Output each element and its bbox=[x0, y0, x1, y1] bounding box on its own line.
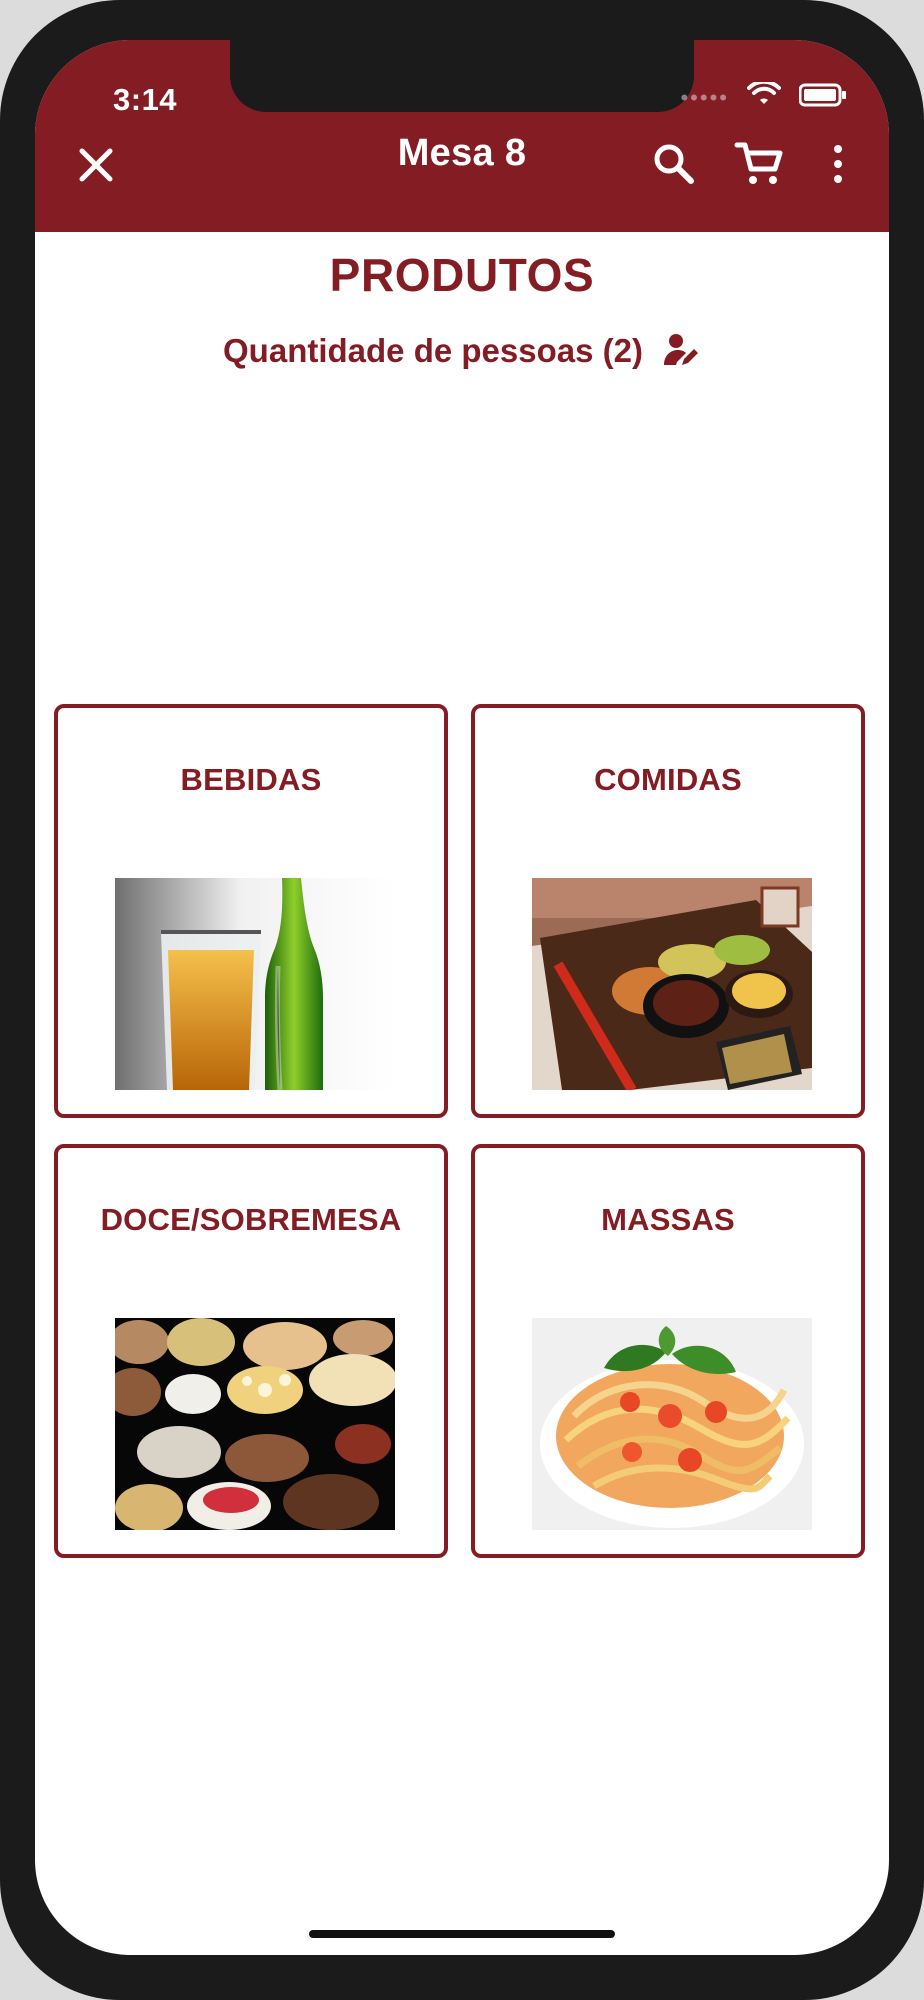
device-frame: 3:14 ••••• Mesa 8 PRODUTOS Quantidade de… bbox=[0, 0, 924, 2000]
more-button[interactable] bbox=[817, 128, 859, 200]
people-count-label: Quantidade de pessoas (2) bbox=[223, 332, 643, 369]
page-title: PRODUTOS bbox=[329, 249, 595, 301]
category-card-doce-sobremesa[interactable]: DOCE/SOBREMESA bbox=[54, 1144, 448, 1558]
category-card-bebidas[interactable]: BEBIDAS bbox=[54, 704, 448, 1118]
status-icons: ••••• bbox=[680, 79, 847, 113]
device-notch bbox=[230, 40, 694, 112]
cart-button[interactable] bbox=[723, 128, 795, 200]
pasta-image bbox=[532, 1318, 812, 1530]
category-card-comidas[interactable]: COMIDAS bbox=[471, 704, 865, 1118]
category-label: DOCE/SOBREMESA bbox=[100, 1202, 402, 1237]
more-icon bbox=[834, 145, 842, 183]
category-card-massas[interactable]: MASSAS bbox=[471, 1144, 865, 1558]
desserts-image bbox=[115, 1318, 395, 1530]
people-count-row[interactable]: Quantidade de pessoas (2) bbox=[35, 330, 889, 372]
signal-icon: ••••• bbox=[680, 84, 729, 110]
home-indicator[interactable] bbox=[309, 1930, 615, 1938]
search-icon bbox=[654, 144, 694, 184]
category-label: BEBIDAS bbox=[180, 762, 322, 797]
category-label: MASSAS bbox=[601, 1202, 735, 1237]
cart-icon bbox=[734, 142, 783, 184]
battery-icon bbox=[798, 83, 847, 112]
category-label: COMIDAS bbox=[594, 762, 742, 797]
search-button[interactable] bbox=[638, 128, 710, 200]
drinks-image bbox=[115, 878, 395, 1090]
food-image bbox=[532, 878, 812, 1090]
app-screen: 3:14 ••••• Mesa 8 PRODUTOS Quantidade de… bbox=[35, 40, 889, 1955]
status-time: 3:14 bbox=[113, 82, 178, 117]
wifi-icon bbox=[747, 79, 781, 113]
top-bar: 3:14 ••••• Mesa 8 bbox=[35, 40, 889, 232]
edit-people-icon[interactable] bbox=[659, 330, 701, 372]
